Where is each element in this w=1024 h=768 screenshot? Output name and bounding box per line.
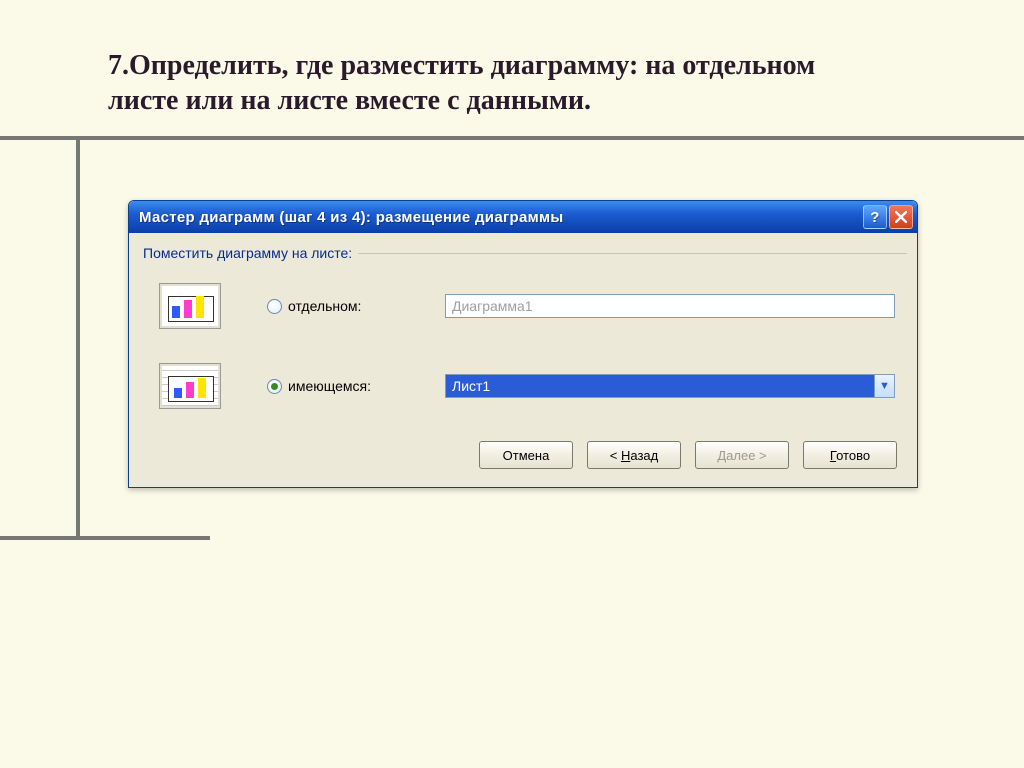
chart-wizard-dialog: Мастер диаграмм (шаг 4 из 4): размещение… xyxy=(128,200,918,488)
back-button-label: < Назад xyxy=(610,448,658,463)
slide-title: 7.Определить, где разместить диаграмму: … xyxy=(108,48,888,118)
divider-horizontal-short xyxy=(0,536,210,540)
next-button-label: Далее > xyxy=(717,448,766,463)
existing-sheet-icon xyxy=(159,363,221,409)
finish-button[interactable]: Готово xyxy=(803,441,897,469)
radio-existing[interactable]: имеющемся: xyxy=(267,378,437,394)
radio-existing-input[interactable] xyxy=(267,379,282,394)
radio-separate-label: отдельном: xyxy=(288,298,361,314)
radio-separate[interactable]: отдельном: xyxy=(267,298,437,314)
group-label: Поместить диаграмму на листе: xyxy=(129,233,917,265)
divider-vertical xyxy=(76,140,80,540)
help-button[interactable]: ? xyxy=(863,205,887,229)
existing-sheet-selected: Лист1 xyxy=(446,375,874,397)
group-line xyxy=(358,253,907,254)
separate-name-input[interactable] xyxy=(445,294,895,318)
chevron-down-icon[interactable]: ▼ xyxy=(874,375,894,397)
dialog-title: Мастер диаграмм (шаг 4 из 4): размещение… xyxy=(139,209,564,226)
existing-sheet-combo[interactable]: Лист1 ▼ xyxy=(445,374,895,398)
next-button: Далее > xyxy=(695,441,789,469)
divider-horizontal xyxy=(0,136,1024,140)
back-button[interactable]: < Назад xyxy=(587,441,681,469)
cancel-button[interactable]: Отмена xyxy=(479,441,573,469)
cancel-button-label: Отмена xyxy=(503,448,550,463)
radio-separate-input[interactable] xyxy=(267,299,282,314)
finish-button-label: Готово xyxy=(830,448,870,463)
radio-existing-label: имеющемся: xyxy=(288,378,371,394)
dialog-titlebar[interactable]: Мастер диаграмм (шаг 4 из 4): размещение… xyxy=(129,201,917,233)
separate-sheet-icon xyxy=(159,283,221,329)
dialog-button-row: Отмена < Назад Далее > Готово xyxy=(129,433,917,487)
group-label-text: Поместить диаграмму на листе: xyxy=(143,245,352,261)
close-button[interactable] xyxy=(889,205,913,229)
close-icon xyxy=(895,211,907,223)
